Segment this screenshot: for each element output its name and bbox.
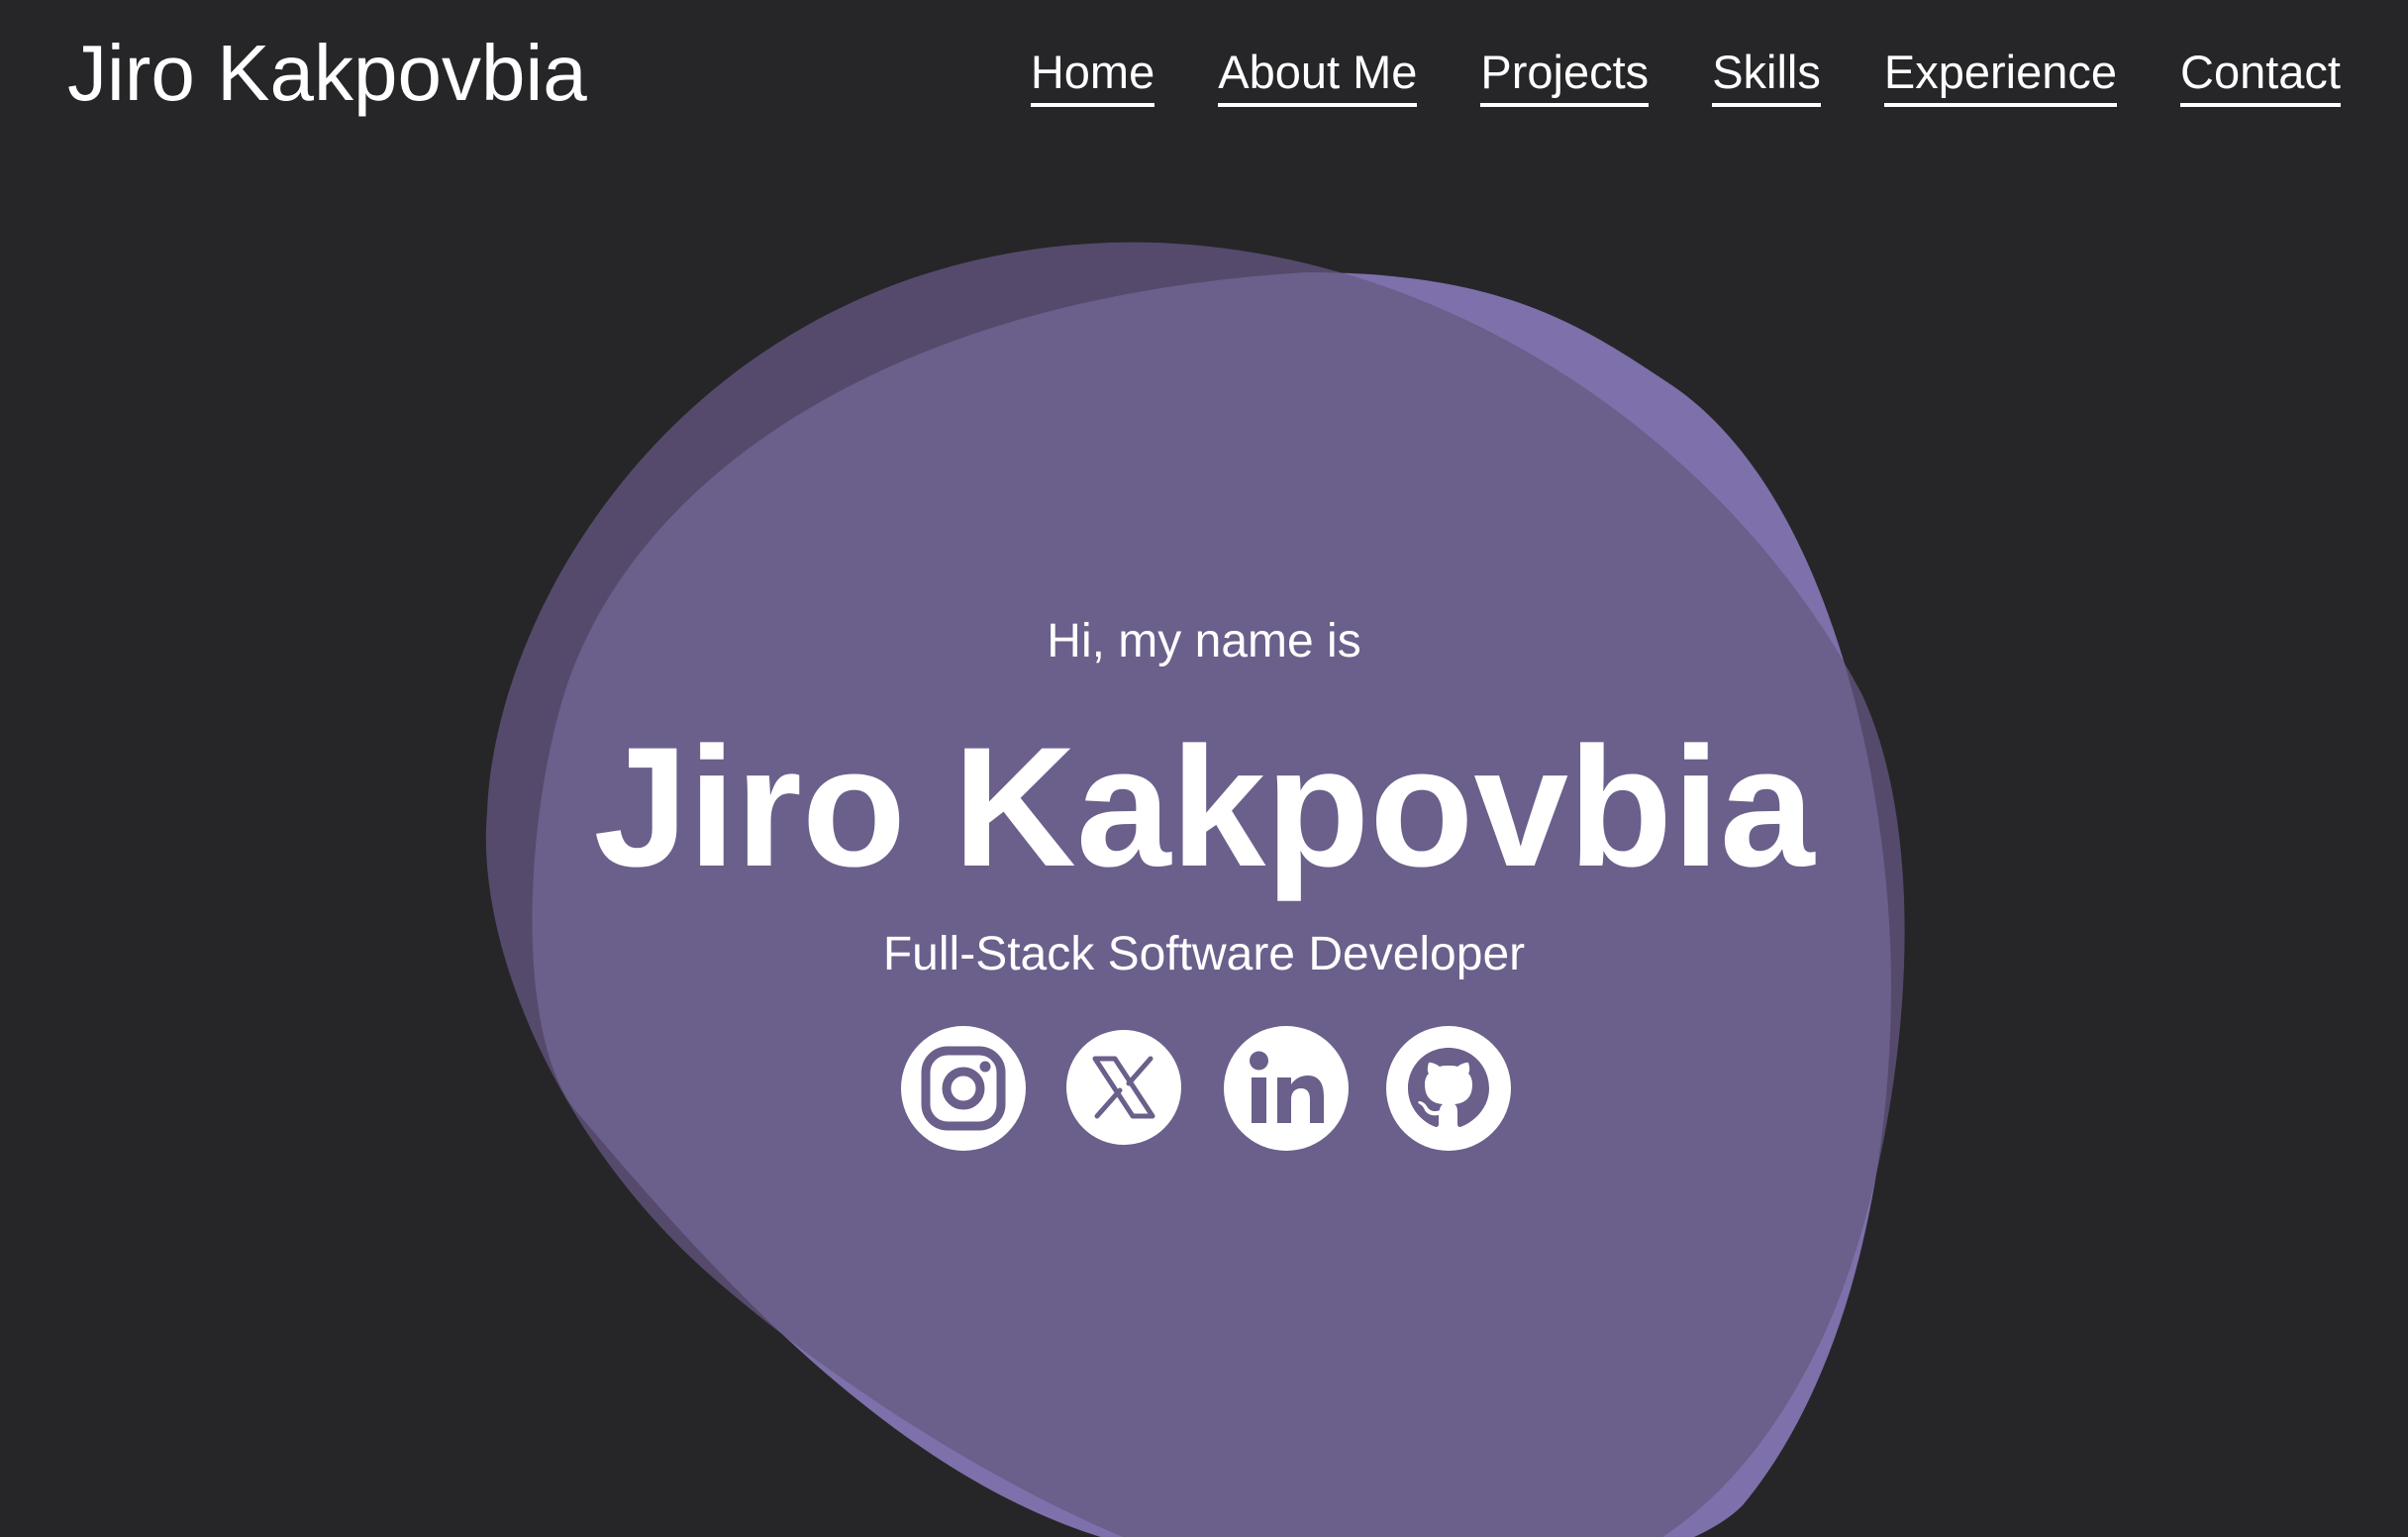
site-header: Jiro Kakpovbia Home About Me Projects Sk… [0, 0, 2408, 149]
brand-logo[interactable]: Jiro Kakpovbia [67, 26, 587, 121]
github-link[interactable] [1384, 1024, 1513, 1153]
nav-projects[interactable]: Projects [1480, 44, 1650, 107]
page: Jiro Kakpovbia Home About Me Projects Sk… [0, 0, 2408, 1537]
main-nav: Home About Me Projects Skills Experience… [1030, 44, 2341, 107]
social-links [899, 1024, 1513, 1153]
linkedin-icon [1224, 1026, 1349, 1151]
hero-role: Full-Stack Software Developer [882, 928, 1526, 980]
instagram-link[interactable] [899, 1024, 1028, 1153]
hero-name: Jiro Kakpovbia [593, 712, 1815, 902]
linkedin-link[interactable] [1222, 1024, 1351, 1153]
nav-home[interactable]: Home [1030, 44, 1155, 107]
nav-skills[interactable]: Skills [1712, 44, 1821, 107]
x-link[interactable] [1065, 1029, 1182, 1146]
nav-contact[interactable]: Contact [2180, 44, 2341, 107]
instagram-icon [901, 1026, 1026, 1151]
github-icon [1386, 1026, 1511, 1151]
nav-experience[interactable]: Experience [1883, 44, 2118, 107]
hero-greeting: Hi, my name is [1047, 615, 1361, 667]
nav-about-me[interactable]: About Me [1218, 44, 1418, 107]
x-icon [1066, 1030, 1181, 1145]
